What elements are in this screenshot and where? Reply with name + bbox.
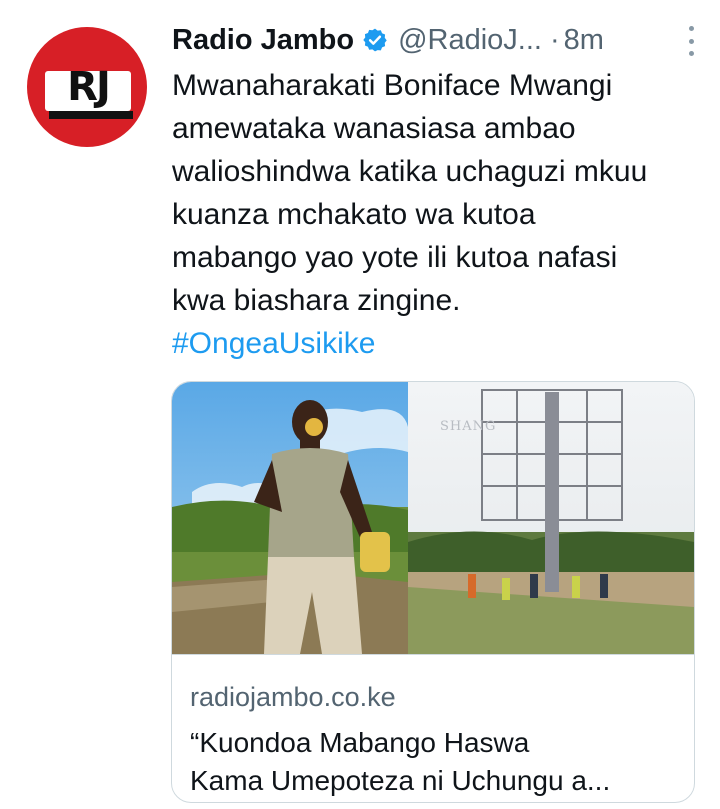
tweet-text-line: amewataka wanasiasa ambao [172, 112, 576, 145]
header-separator: · [549, 23, 560, 56]
tweet-text-line: walioshindwa katika uchaguzi mkuu [172, 155, 648, 188]
account-name[interactable]: Radio Jambo [172, 24, 354, 57]
card-title-line: “Kuondoa Mabango Haswa [190, 727, 530, 758]
avatar-logo-shadow [49, 111, 133, 119]
verified-badge-icon [363, 28, 387, 52]
card-image: SHANG [172, 382, 694, 654]
tweet-body: Mwanaharakati Boniface Mwangi amewataka … [172, 64, 692, 365]
card-image-watermark: SHANG [440, 419, 496, 434]
avatar-logo-text: RJ [67, 64, 111, 110]
card-title-line: Kama Umepoteza ni Uchungu a... [190, 765, 611, 796]
card-divider [172, 654, 694, 655]
tweet-text-line: kuanza mchakato wa kutoa [172, 198, 536, 231]
hashtag-link[interactable]: #OngeaUsikike [172, 322, 692, 365]
more-options-icon[interactable] [686, 26, 696, 56]
card-title[interactable]: “Kuondoa Mabango Haswa Kama Umepoteza ni… [190, 724, 685, 800]
link-preview-card[interactable]: SHANG radiojambo.co.ke “Kuondoa Mabango … [171, 381, 695, 803]
profile-avatar[interactable]: RJ [27, 27, 147, 147]
tweet-text-line: mabango yao yote ili kutoa nafasi [172, 241, 618, 274]
avatar-logo: RJ [45, 64, 131, 111]
tweet-text-line: Mwanaharakati Boniface Mwangi [172, 69, 613, 102]
account-handle[interactable]: @RadioJ... [398, 24, 542, 57]
card-domain[interactable]: radiojambo.co.ke [190, 682, 396, 713]
tweet-timestamp[interactable]: 8m [564, 24, 604, 57]
tweet-text-line: kwa biashara zingine. [172, 284, 461, 317]
tweet-header: Radio Jambo @RadioJ... · 8m [172, 18, 694, 62]
